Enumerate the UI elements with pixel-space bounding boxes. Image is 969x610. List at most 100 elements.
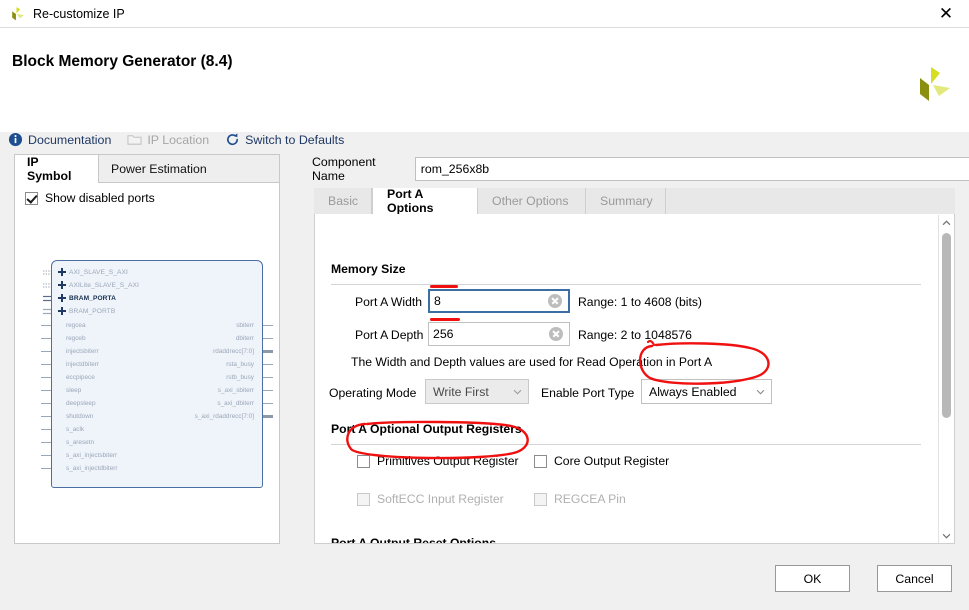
port-a-width-field[interactable] [428, 289, 570, 313]
symbol-port-left: s_axi_injectsbiterr [66, 452, 118, 459]
interface-stub-icon [43, 270, 51, 275]
chevron-up-icon [942, 219, 951, 225]
operating-mode-select[interactable]: Write First [425, 379, 529, 404]
close-icon[interactable]: ✕ [923, 0, 969, 28]
documentation-label: Documentation [28, 132, 112, 147]
expand-plus-icon[interactable] [58, 268, 66, 276]
expand-plus-icon[interactable] [58, 307, 66, 315]
info-icon [8, 132, 23, 147]
interface-stub-icon [43, 283, 51, 288]
expand-plus-icon[interactable] [58, 294, 66, 302]
tab-ip-symbol-label: IP Symbol [27, 155, 72, 183]
cancel-button[interactable]: Cancel [877, 565, 952, 592]
left-panel-tabs: IP Symbol Power Estimation [15, 155, 279, 183]
tab-basic[interactable]: Basic [314, 188, 372, 214]
symbol-port-left: injectsbiterr [66, 348, 99, 355]
memory-size-section-title: Memory Size [331, 262, 406, 276]
ip-location-button[interactable]: IP Location [127, 132, 209, 147]
clear-icon[interactable] [548, 294, 562, 308]
optional-output-registers-title: Port A Optional Output Registers [331, 422, 522, 436]
ip-symbol-panel: IP Symbol Power Estimation Show disabled… [14, 154, 280, 544]
port-a-depth-range: Range: 2 to 1048576 [578, 328, 692, 342]
annotation-underline-depth [430, 318, 460, 321]
optional-output-registers-divider [331, 444, 921, 445]
symbol-port-left: s_aclk [66, 426, 85, 433]
softecc-input-register-row: SoftECC Input Register [357, 492, 504, 506]
scrollbar-thumb[interactable] [942, 233, 951, 418]
tab-summary[interactable]: Summary [586, 188, 666, 214]
tab-port-a-options[interactable]: Port A Options [372, 187, 478, 215]
symbol-port-right: s_axi_sbiterr [217, 387, 254, 394]
symbol-port-left: regcea [66, 322, 86, 329]
header-toolbar: Documentation IP Location Switch to Defa… [8, 132, 360, 147]
symbol-port-left: s_axi_injectdbiterr [66, 465, 118, 472]
core-output-register-row[interactable]: Core Output Register [534, 454, 669, 468]
clear-icon[interactable] [549, 327, 563, 341]
documentation-button[interactable]: Documentation [8, 132, 111, 147]
interface-stub-icon [43, 295, 51, 302]
scroll-down-button[interactable] [939, 528, 954, 543]
footer-bar: OK Cancel [0, 548, 969, 610]
chevron-down-icon [942, 533, 951, 539]
folder-icon [127, 135, 142, 145]
symbol-interface-label: BRAM_PORTA [69, 294, 117, 302]
symbol-port-right: s_axi_rdaddrecc[7:0] [194, 413, 254, 420]
primitives-output-register-checkbox[interactable] [357, 454, 370, 468]
softecc-input-register-label: SoftECC Input Register [377, 492, 504, 506]
options-tabs: Basic Port A Options Other Options Summa… [314, 187, 955, 215]
tab-summary-label: Summary [600, 194, 653, 208]
interface-stub-icon [43, 308, 51, 315]
enable-port-type-select[interactable]: Always Enabled [641, 379, 772, 404]
core-output-register-label: Core Output Register [554, 454, 670, 468]
symbol-port-right: rsta_busy [226, 361, 254, 368]
symbol-interface-label: BRAM_PORTB [69, 307, 116, 315]
core-output-register-checkbox[interactable] [534, 454, 547, 468]
xilinx-logo-icon [12, 6, 24, 20]
switch-to-defaults-label: Switch to Defaults [245, 132, 345, 147]
chevron-down-icon [513, 389, 522, 395]
symbol-interface[interactable]: AXI_SLAVE_S_AXI [58, 268, 128, 276]
operating-mode-label: Operating Mode [329, 386, 417, 400]
re-customize-ip-window: Re-customize IP ✕ Block Memory Generator… [0, 0, 969, 610]
annotation-underline-width [430, 285, 458, 288]
output-reset-options-title: Port A Output Reset Options [331, 536, 496, 544]
symbol-port-left: deepsleep [66, 400, 96, 407]
show-disabled-ports-checkbox[interactable] [25, 191, 38, 205]
port-a-depth-input[interactable] [429, 323, 549, 345]
symbol-interface[interactable]: AXILite_SLAVE_S_AXI [58, 281, 139, 289]
switch-to-defaults-button[interactable]: Switch to Defaults [225, 132, 344, 147]
tab-power-estimation-label: Power Estimation [111, 162, 207, 176]
symbol-port-right: sbiterr [236, 322, 254, 329]
enable-port-type-value: Always Enabled [649, 384, 737, 399]
window-title: Re-customize IP [33, 6, 125, 21]
component-name-label: Component Name [312, 155, 376, 183]
ok-button[interactable]: OK [775, 565, 850, 592]
component-name-input[interactable] [414, 157, 969, 181]
show-disabled-ports-row[interactable]: Show disabled ports [25, 191, 155, 205]
tab-basic-label: Basic [328, 194, 359, 208]
port-a-depth-field[interactable] [428, 322, 570, 346]
options-panel: Basic Port A Options Other Options Summa… [314, 187, 955, 544]
expand-plus-icon[interactable] [58, 281, 66, 289]
refresh-icon [227, 133, 239, 146]
tab-other-options[interactable]: Other Options [478, 188, 586, 214]
chevron-down-icon [756, 389, 765, 395]
symbol-interface[interactable]: BRAM_PORTA [58, 294, 116, 302]
tab-power-estimation[interactable]: Power Estimation [99, 155, 219, 183]
symbol-interface-label: AXILite_SLAVE_S_AXI [69, 281, 139, 289]
options-scrollbar[interactable] [938, 215, 953, 543]
regcea-pin-checkbox [534, 492, 547, 506]
component-name-row: Component Name [312, 155, 969, 183]
options-content: Memory Size Port A Width Range: 1 to 460… [314, 214, 955, 544]
port-a-width-input[interactable] [430, 291, 548, 311]
scroll-up-button[interactable] [939, 215, 954, 230]
symbol-port-right: rstb_busy [226, 374, 254, 381]
xilinx-logo-icon [920, 67, 950, 101]
show-disabled-ports-label: Show disabled ports [45, 191, 155, 205]
symbol-interface[interactable]: BRAM_PORTB [58, 307, 115, 315]
ip-location-label: IP Location [147, 132, 210, 147]
tab-ip-symbol[interactable]: IP Symbol [15, 155, 99, 183]
tab-other-options-label: Other Options [492, 194, 569, 208]
primitives-output-register-row[interactable]: Primitives Output Register [357, 454, 519, 468]
symbol-port-right: rdaddrecc[7:0] [213, 348, 254, 355]
